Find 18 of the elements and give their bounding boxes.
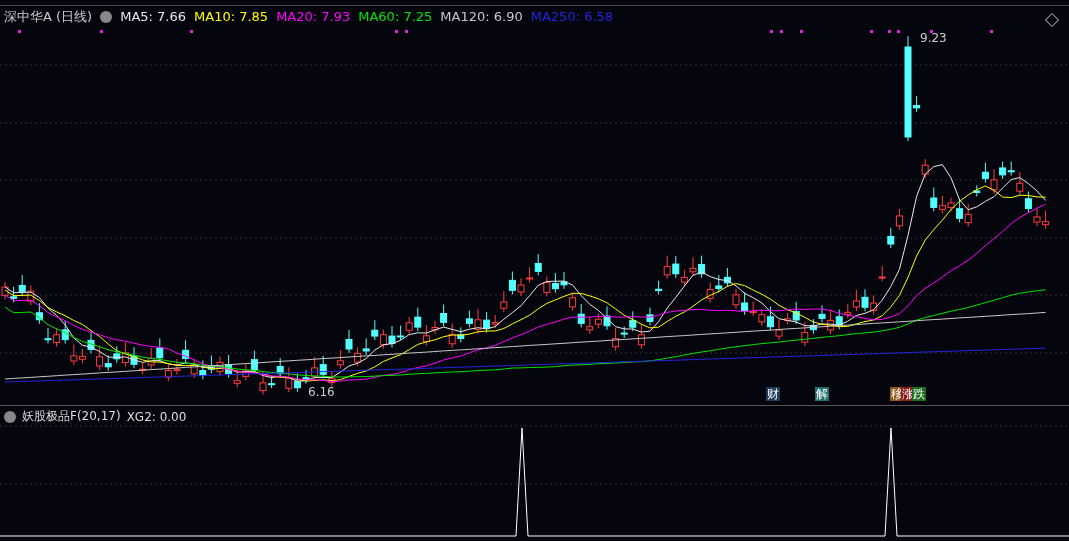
- event-marker[interactable]: 财: [766, 387, 780, 401]
- event-marker[interactable]: 解: [815, 387, 829, 401]
- dropdown-icon[interactable]: [100, 10, 113, 23]
- moving-average-value: MA5: 7.66: [120, 8, 186, 25]
- moving-average-value: MA10: 7.85: [194, 8, 269, 25]
- stock-title: 深中华A (日线): [4, 8, 93, 25]
- low-price-label: 6.16: [308, 385, 335, 399]
- candlestick: [878, 265, 886, 282]
- moving-average-value: MA250: 6.58: [530, 8, 614, 25]
- moving-average-value: MA20: 7.93: [276, 8, 351, 25]
- indicator-title: 妖股极品F(20,17): [22, 408, 121, 425]
- high-price-label: 9.23: [920, 31, 947, 45]
- moving-average-value: MA60: 7.25: [358, 8, 433, 25]
- dropdown-icon[interactable]: [4, 410, 16, 423]
- moving-average-value: MA120: 6.90: [440, 8, 523, 25]
- indicator-value: XG2: 0.00: [126, 409, 187, 424]
- candlestick: [921, 158, 929, 179]
- event-marker[interactable]: 跌: [912, 387, 926, 401]
